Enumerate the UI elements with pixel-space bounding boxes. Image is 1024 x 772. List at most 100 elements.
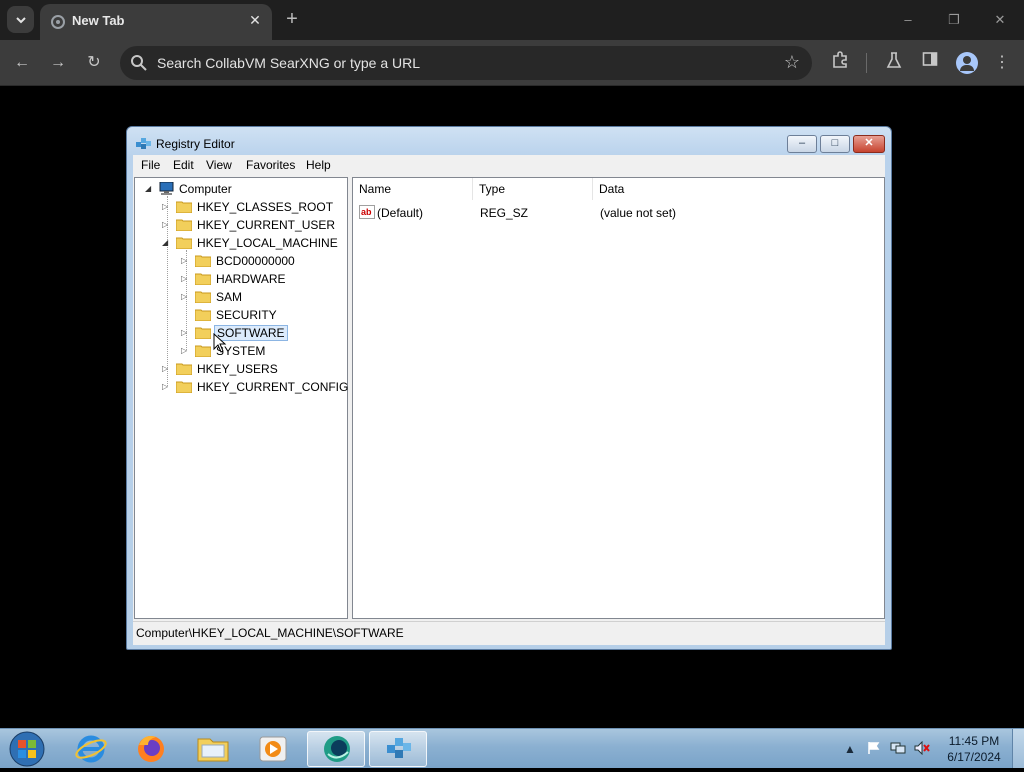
computer-icon [159, 182, 174, 195]
tab-title: New Tab [72, 13, 125, 28]
registry-editor-window: Registry Editor – □ ✕ File Edit View Fav… [126, 126, 892, 650]
labs-button[interactable] [882, 51, 906, 75]
expand-icon[interactable]: ▷ [162, 382, 171, 391]
expand-icon[interactable]: ▷ [181, 292, 190, 301]
expand-icon[interactable]: ▷ [162, 202, 171, 211]
window-title: Registry Editor [156, 137, 235, 151]
taskbar-firefox[interactable] [122, 731, 180, 767]
action-center-flag-icon[interactable] [866, 741, 882, 757]
tree-label: Computer [179, 182, 232, 196]
tree-label: HKEY_CURRENT_CONFIG [197, 380, 349, 394]
folder-icon [195, 327, 211, 339]
expand-icon[interactable]: ▷ [162, 364, 171, 373]
menu-help[interactable]: Help [306, 158, 331, 172]
string-value-icon: ab [359, 205, 375, 219]
taskbar-file-explorer[interactable] [184, 731, 242, 767]
side-panel-button[interactable] [918, 51, 942, 75]
taskbar-collabvm[interactable] [307, 731, 365, 767]
column-header-name[interactable]: Name [353, 178, 473, 200]
folder-icon [195, 255, 211, 267]
menu-bar: File Edit View Favorites Help [133, 155, 885, 175]
column-header-type[interactable]: Type [473, 178, 593, 200]
values-list[interactable]: Name Type Data ab (Default) REG_SZ (valu… [352, 177, 885, 619]
tab-new-tab[interactable]: New Tab ✕ [40, 4, 272, 40]
internet-explorer-icon [75, 735, 107, 763]
back-button[interactable]: ← [10, 51, 34, 75]
browser-tabbar: New Tab ✕ + – ❐ ✕ [0, 0, 1024, 40]
network-icon[interactable] [890, 741, 906, 757]
tray-overflow-icon[interactable]: ▲ [842, 741, 858, 757]
close-window-button[interactable]: ✕ [984, 8, 1016, 32]
close-icon[interactable]: ✕ [246, 11, 264, 29]
folder-icon [176, 381, 192, 393]
value-type: REG_SZ [480, 206, 529, 220]
search-icon [131, 55, 147, 71]
expand-icon[interactable]: ▷ [181, 346, 190, 355]
folder-icon [197, 738, 229, 762]
value-data: (value not set) [600, 206, 677, 220]
folder-icon [176, 219, 192, 231]
collapse-icon[interactable]: ◢ [162, 238, 171, 247]
column-header-data[interactable]: Data [593, 178, 883, 200]
puzzle-icon [833, 51, 847, 68]
folder-icon [195, 309, 211, 321]
maximize-button[interactable]: □ [820, 135, 850, 153]
value-row[interactable]: ab (Default) REG_SZ (value not set) [353, 204, 883, 222]
close-button[interactable]: ✕ [853, 135, 885, 153]
registry-tree[interactable]: ◢ Computer ▷ HKEY_CLASSES_ROOT ▷ HKEY_CU… [134, 177, 348, 619]
reload-button[interactable]: ↻ [82, 51, 106, 75]
firefox-icon [138, 736, 164, 762]
registry-editor-icon [136, 138, 151, 149]
collapse-icon[interactable]: ◢ [145, 184, 154, 193]
volume-muted-icon[interactable] [914, 740, 930, 757]
menu-view[interactable]: View [206, 158, 232, 172]
value-name: (Default) [377, 206, 424, 220]
tree-label: HARDWARE [216, 272, 286, 286]
profile-avatar-icon[interactable] [956, 52, 978, 74]
clock-date[interactable]: 6/17/2024 [944, 750, 1004, 764]
menu-favorites[interactable]: Favorites [246, 158, 295, 172]
folder-icon [176, 201, 192, 213]
clock-time[interactable]: 11:45 PM [944, 734, 1004, 748]
side-panel-icon [922, 52, 938, 66]
browser-toolbar: ← → ↻ Search CollabVM SearXNG or type a … [0, 40, 1024, 86]
expand-icon[interactable]: ▷ [162, 220, 171, 229]
toolbar-separator [866, 53, 867, 73]
mouse-pointer-icon [213, 333, 227, 353]
menu-file[interactable]: File [141, 158, 160, 172]
forward-button[interactable]: → [46, 51, 70, 75]
windows-start-icon[interactable] [7, 730, 47, 768]
extensions-button[interactable] [828, 51, 852, 75]
collabvm-icon [324, 736, 350, 762]
expand-icon[interactable]: ▷ [181, 328, 190, 337]
registry-editor-icon [387, 738, 411, 758]
expand-icon[interactable]: ▷ [181, 274, 190, 283]
show-desktop-button[interactable] [1012, 729, 1024, 768]
taskbar-media-player[interactable] [244, 731, 302, 767]
restore-window-button[interactable]: ❐ [938, 8, 970, 32]
tree-label: HKEY_LOCAL_MACHINE [197, 236, 338, 250]
media-player-icon [259, 736, 287, 762]
tree-label: HKEY_CLASSES_ROOT [197, 200, 334, 214]
status-bar: Computer\HKEY_LOCAL_MACHINE\SOFTWARE [133, 621, 885, 643]
globe-icon [51, 15, 65, 29]
bookmark-star-icon[interactable]: ☆ [784, 52, 800, 73]
tree-label: BCD00000000 [216, 254, 295, 268]
client-area: ◢ Computer ▷ HKEY_CLASSES_ROOT ▷ HKEY_CU… [133, 175, 885, 645]
chrome-menu-button[interactable]: ⋮ [990, 51, 1014, 75]
taskbar-internet-explorer[interactable] [62, 731, 120, 767]
expand-icon[interactable]: ▷ [181, 256, 190, 265]
tab-search-button[interactable] [7, 6, 34, 33]
flask-icon [886, 52, 902, 68]
new-tab-button[interactable]: + [280, 8, 304, 32]
tree-label: SECURITY [216, 308, 277, 322]
minimize-button[interactable]: – [787, 135, 817, 153]
taskbar-registry-editor[interactable] [369, 731, 427, 767]
tree-label: HKEY_USERS [197, 362, 278, 376]
address-bar[interactable]: Search CollabVM SearXNG or type a URL ☆ [120, 46, 812, 80]
menu-edit[interactable]: Edit [173, 158, 194, 172]
status-path: Computer\HKEY_LOCAL_MACHINE\SOFTWARE [136, 626, 404, 640]
folder-icon [195, 273, 211, 285]
minimize-window-button[interactable]: – [892, 8, 924, 32]
folder-icon [195, 291, 211, 303]
